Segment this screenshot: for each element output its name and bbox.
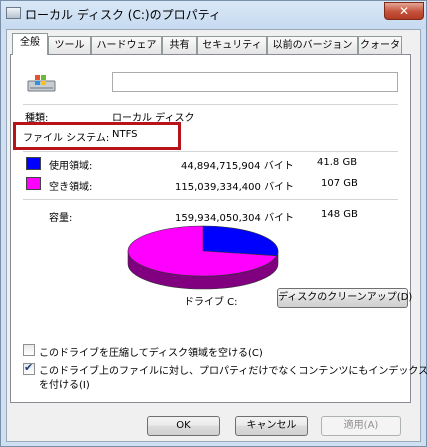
tab-sharing[interactable]: 共有	[162, 36, 197, 54]
used-space-bytes: 44,894,715,904 バイト	[181, 161, 294, 172]
free-space-bytes: 115,039,334,400 バイト	[175, 182, 295, 193]
separator-top	[23, 104, 398, 105]
tab-previous-versions[interactable]: 以前のバージョン	[267, 36, 358, 54]
used-space-size: 41.8 GB	[317, 157, 358, 168]
index-contents-label-line1: このドライブ上のファイルに対し、プロパティだけでなくコンテンツにもインデックス	[39, 366, 427, 377]
pie-slice-used	[202, 225, 279, 257]
compress-drive-label: このドライブを圧縮してディスク領域を空ける(C)	[39, 348, 263, 359]
volume-label-input[interactable]	[112, 72, 398, 92]
hard-drive-icon	[27, 75, 56, 92]
window-title: ローカル ディスク (C:)のプロパティ	[25, 8, 221, 22]
free-space-swatch	[26, 177, 41, 190]
separator-capacity	[23, 199, 398, 200]
used-space-swatch	[26, 157, 41, 170]
tab-quota[interactable]: クォータ	[358, 36, 402, 54]
ok-button[interactable]: OK	[147, 416, 220, 436]
disk-cleanup-button[interactable]: ディスクのクリーンアップ(D)	[277, 288, 412, 308]
tab-hardware[interactable]: ハードウェア	[91, 36, 162, 54]
title-bar: ローカル ディスク (C:)のプロパティ ✕	[1, 1, 426, 29]
free-space-label: 空き領域:	[49, 182, 93, 193]
index-contents-checkbox[interactable]	[23, 361, 35, 375]
capacity-size: 148 GB	[321, 209, 358, 220]
tab-tools[interactable]: ツール	[48, 36, 91, 54]
capacity-label: 容量:	[49, 213, 73, 224]
free-space-size: 107 GB	[321, 178, 358, 189]
used-space-label: 使用領域:	[49, 161, 93, 172]
disk-usage-pie-chart	[127, 225, 279, 290]
tab-general[interactable]: 全般	[12, 33, 48, 55]
compress-drive-checkbox[interactable]	[23, 344, 35, 356]
tab-security[interactable]: セキュリティ	[197, 36, 267, 54]
cancel-button[interactable]: キャンセル	[235, 416, 308, 436]
close-button[interactable]: ✕	[384, 2, 424, 20]
drive-icon	[6, 7, 21, 19]
index-contents-label-line2: を付ける(I)	[39, 380, 90, 391]
separator-middle	[23, 151, 398, 152]
drive-letter-label: ドライブ C:	[184, 297, 238, 308]
apply-button[interactable]: 適用(A)	[321, 416, 401, 436]
filesystem-highlight-box	[13, 122, 181, 150]
